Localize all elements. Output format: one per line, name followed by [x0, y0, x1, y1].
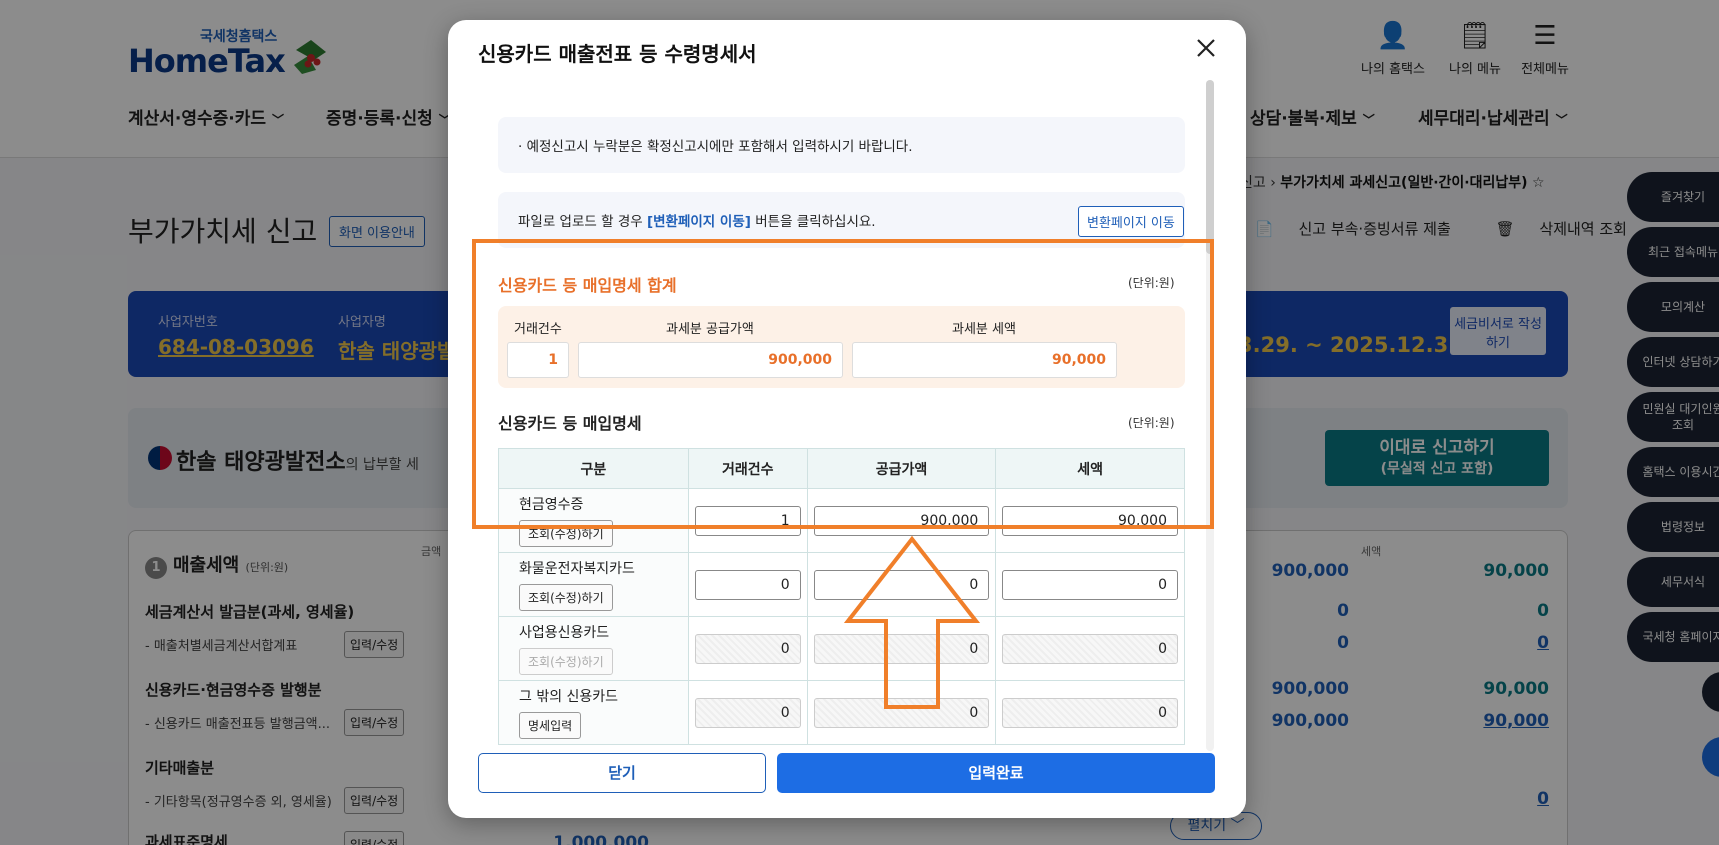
view-edit-button: 조회(수정)하기: [519, 648, 613, 675]
tax-cell: 0: [995, 552, 1185, 617]
up-arrow-annotation: [843, 535, 981, 709]
close-icon[interactable]: [1192, 34, 1220, 62]
notice-highlight: [변환페이지 이동]: [646, 214, 751, 230]
tax-input[interactable]: 0: [1002, 569, 1178, 600]
tax-cell: 0: [995, 616, 1185, 681]
view-edit-button[interactable]: 조회(수정)하기: [519, 584, 613, 611]
count-cell: 0: [687, 552, 808, 617]
tax-cell: 0: [995, 680, 1185, 745]
row-category: 화물운전자복지카드조회(수정)하기: [498, 552, 689, 617]
modal-title: 신용카드 매출전표 등 수령명세서: [478, 42, 757, 66]
count-input: 0: [694, 697, 801, 728]
input-complete-button[interactable]: 입력완료: [777, 753, 1215, 793]
count-cell: 0: [687, 680, 808, 745]
notice-text: 버튼을 클릭하십시요.: [750, 214, 876, 230]
count-cell: 0: [687, 616, 808, 681]
convert-page-button[interactable]: 변환페이지 이동: [1078, 206, 1184, 237]
notice-prelim: · 예정신고시 누락분은 확정신고시에만 포함해서 입력하시기 바랍니다.: [498, 117, 1185, 173]
row-category: 사업용신용카드조회(수정)하기: [498, 616, 689, 681]
count-input[interactable]: 0: [694, 569, 801, 600]
row-label: 화물운전자복지카드: [519, 561, 635, 577]
enter-detail-button[interactable]: 명세입력: [519, 712, 582, 739]
row-label: 사업용신용카드: [519, 625, 610, 641]
bullet-icon: ·: [518, 139, 523, 155]
row-label: 그 밖의 신용카드: [519, 689, 619, 705]
tax-input: 0: [1002, 633, 1178, 664]
highlight-annotation: [472, 239, 1214, 529]
notice-text: 파일로 업로드 할 경우: [518, 214, 647, 230]
notice-text: 예정신고시 누락분은 확정신고시에만 포함해서 입력하시기 바랍니다.: [526, 139, 913, 155]
row-category: 그 밖의 신용카드명세입력: [498, 680, 689, 745]
tax-input: 0: [1002, 697, 1178, 728]
count-input: 0: [694, 633, 801, 664]
close-button[interactable]: 닫기: [478, 753, 766, 793]
